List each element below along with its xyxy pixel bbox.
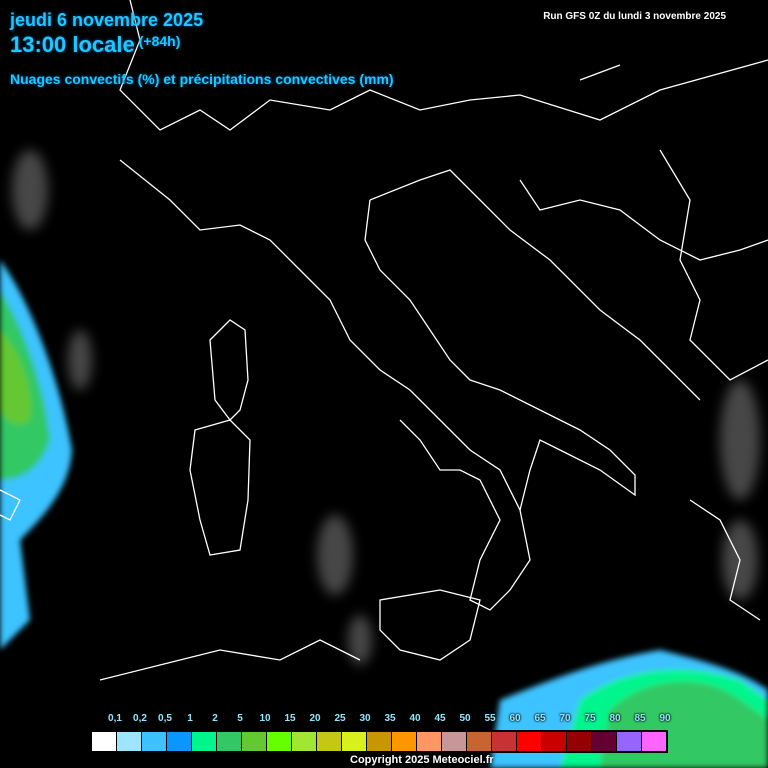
legend-label: 80 (609, 713, 621, 724)
legend-swatch (442, 731, 467, 752)
legend-label: 1 (187, 713, 193, 724)
legend-label: 45 (434, 713, 446, 724)
legend-label: 25 (334, 713, 346, 724)
legend-label: 65 (534, 713, 546, 724)
legend-swatch (142, 731, 167, 752)
legend-swatch (592, 731, 617, 752)
map-subtitle: Nuages convectifs (%) et précipitations … (10, 71, 394, 87)
lead-time: (+84h) (138, 33, 181, 49)
legend-label: 55 (484, 713, 496, 724)
legend-labels: 0,1 0,2 0,5 1 2 5 10 15 20 25 30 35 40 45 50 55 60 65 70 75… (90, 713, 690, 727)
legend-label: 0,5 (158, 713, 172, 724)
legend-swatch (292, 731, 317, 752)
legend-swatch (317, 731, 342, 752)
legend-label: 2 (212, 713, 218, 724)
legend-swatch (467, 731, 492, 752)
legend-label: 5 (237, 713, 243, 724)
legend-label: 50 (459, 713, 471, 724)
legend-label: 30 (359, 713, 371, 724)
legend-label: 10 (259, 713, 271, 724)
legend-label: 60 (509, 713, 521, 724)
local-time: 13:00 locale (10, 32, 135, 57)
copyright: Copyright 2025 Meteociel.fr (350, 754, 494, 766)
legend-swatch (517, 731, 542, 752)
legend-swatch (567, 731, 592, 752)
legend-swatch (617, 731, 642, 752)
legend-label: 75 (584, 713, 596, 724)
legend-swatch (167, 731, 192, 752)
legend-label: 35 (384, 713, 396, 724)
map-canvas (0, 0, 768, 768)
legend-swatch (267, 731, 292, 752)
legend-label: 90 (659, 713, 671, 724)
legend-swatch (642, 731, 667, 752)
coastlines-borders (0, 0, 768, 681)
legend-swatch (367, 731, 392, 752)
forecast-time: 13:00 locale (+84h) (10, 32, 180, 58)
legend-label: 15 (284, 713, 296, 724)
legend-label: 70 (559, 713, 571, 724)
legend-swatch (117, 731, 142, 752)
legend-label: 40 (409, 713, 421, 724)
legend-swatch (392, 731, 417, 752)
model-run: Run GFS 0Z du lundi 3 novembre 2025 (543, 11, 726, 22)
forecast-date: jeudi 6 novembre 2025 (10, 10, 204, 30)
legend-label: 0,2 (133, 713, 147, 724)
legend-swatch (492, 731, 517, 752)
legend-label: 85 (634, 713, 646, 724)
legend-swatch (91, 731, 117, 752)
legend-swatch (192, 731, 217, 752)
legend-swatch (542, 731, 567, 752)
legend-label: 20 (309, 713, 321, 724)
weather-map: jeudi 6 novembre 2025 13:00 locale (+84h)… (0, 0, 768, 768)
legend-label: 0,1 (108, 713, 122, 724)
legend-swatch (217, 731, 242, 752)
legend-swatch (342, 731, 367, 752)
legend-swatch (417, 731, 442, 752)
legend-color-bar (90, 730, 668, 753)
convective-cloud-cover (0, 150, 768, 768)
legend-swatch (242, 731, 267, 752)
